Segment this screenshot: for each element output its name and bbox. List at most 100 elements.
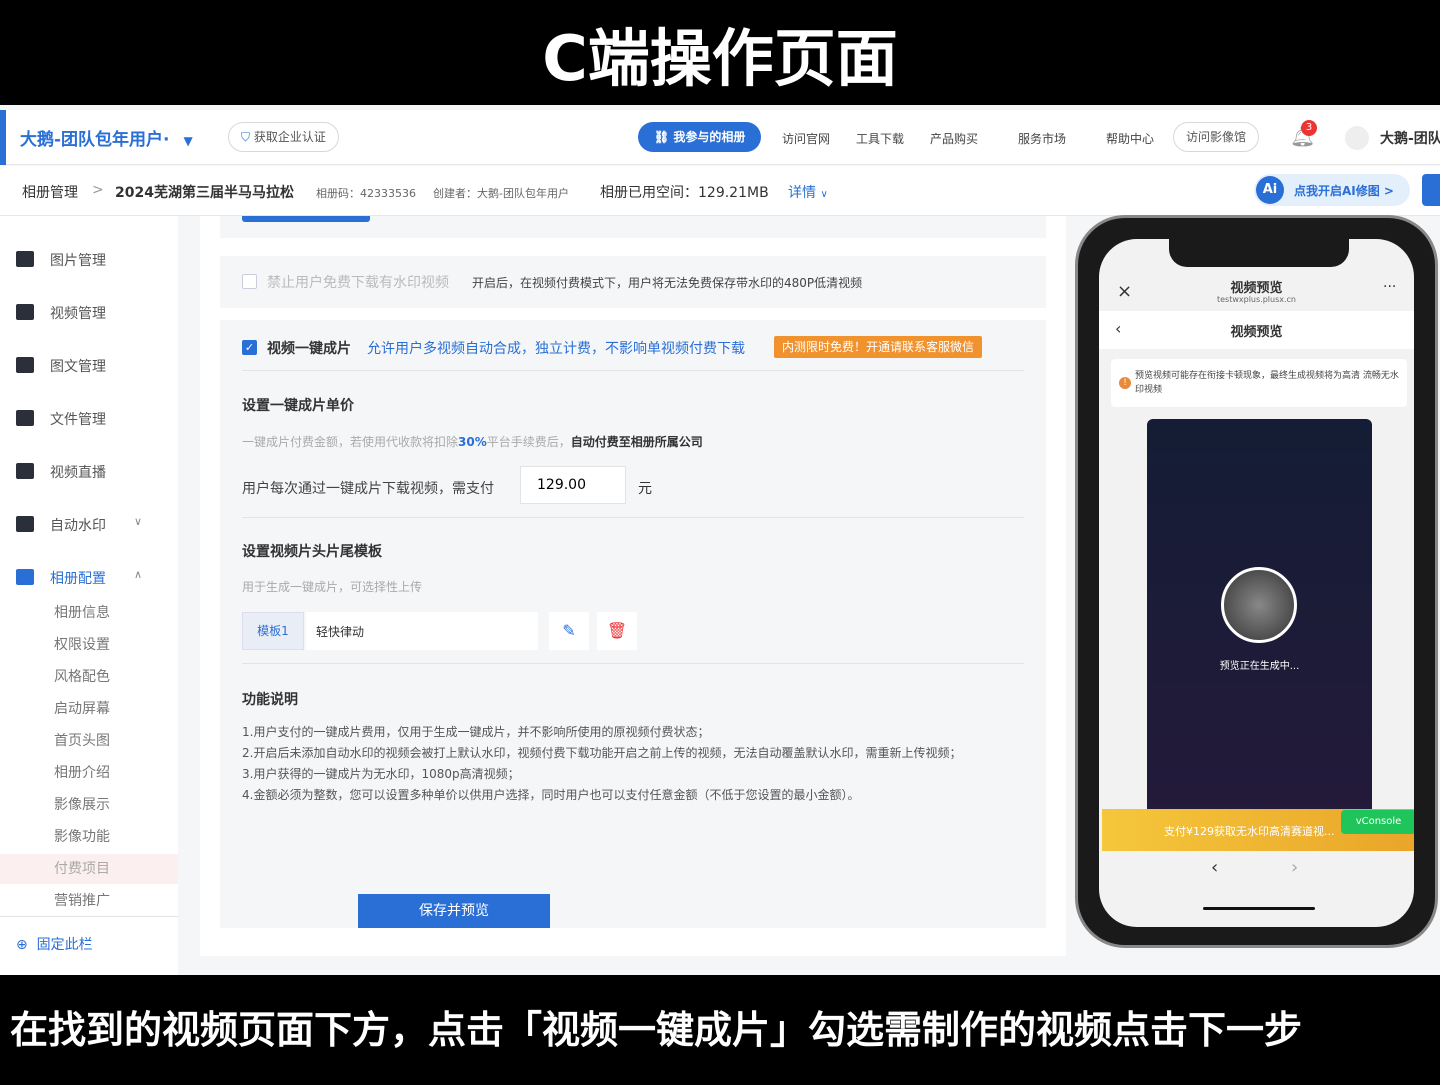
price-unit: 元 <box>638 481 652 497</box>
forbid-download-panel: 禁止用户免费下载有水印视频 开启后，在视频付费模式下，用户将无法免费保存带水印的… <box>220 256 1046 308</box>
oneclick-checkbox[interactable]: ✓ <box>242 340 257 355</box>
oneclick-desc: 允许用户多视频自动合成，独立计费，不影响单视频付费下载 <box>367 341 745 357</box>
sidebar-sub-theme[interactable]: 风格配色 <box>54 666 110 686</box>
sidebar-sub-album-info[interactable]: 相册信息 <box>54 602 110 622</box>
gallery-button[interactable]: 访问影像馆 <box>1173 122 1260 152</box>
save-preview-button[interactable]: 保存并预览 <box>358 894 550 928</box>
sidebar-item-images[interactable]: 图片管理 <box>0 239 178 279</box>
oneclick-label: 视频一键成片 <box>267 341 351 357</box>
prev-button-edge[interactable] <box>242 216 370 222</box>
sidebar-sub-features[interactable]: 影像功能 <box>54 826 110 846</box>
main-content: 禁止用户免费下载有水印视频 开启后，在视频付费模式下，用户将无法免费保存带水印的… <box>200 216 1066 956</box>
vconsole-button[interactable]: vConsole <box>1341 810 1414 834</box>
oneclick-panel: ✓ 视频一键成片 允许用户多视频自动合成，独立计费，不影响单视频付费下载 内测限… <box>220 320 1046 928</box>
nav-website[interactable]: 访问官网 <box>782 130 830 147</box>
breadcrumb-separator: > <box>92 182 104 198</box>
forbid-download-label: 禁止用户免费下载有水印视频 <box>267 275 449 291</box>
link-icon: ⛓ <box>654 130 670 144</box>
divider <box>242 663 1024 664</box>
desc-item: 4.金额必须为整数，您可以设置多种单价以供用户选择，同时用户也可以支付任意金额（… <box>242 788 860 802</box>
notice-text: 预览视频可能存在衔接卡顿现象，最终生成视频将为高清 流畅无水印视频 <box>1135 371 1399 395</box>
phone-screen: × 视频预览 testwxplus.plusx.cn ··· ‹ 视频预览 ! … <box>1099 239 1414 927</box>
nav-tools[interactable]: 工具下载 <box>856 130 904 147</box>
home-indicator <box>1203 907 1315 910</box>
back-icon[interactable]: ‹ <box>1211 857 1218 878</box>
caret-down-icon: ▼ <box>183 134 193 148</box>
video-preview: 预览正在生成中... <box>1147 419 1372 819</box>
forbid-download-checkbox[interactable] <box>242 274 257 289</box>
save-icon <box>16 569 34 585</box>
breadcrumb-root[interactable]: 相册管理 <box>22 182 78 202</box>
price-label: 用户每次通过一键成片下载视频，需支付 <box>242 481 494 497</box>
template-name-field[interactable]: 轻快律动 <box>306 612 538 650</box>
details-label: 详情 <box>788 185 816 201</box>
sidebar-sub-marketing[interactable]: 营销推广 <box>54 890 110 910</box>
aperture-icon <box>1221 567 1297 643</box>
action-button[interactable] <box>1422 174 1440 206</box>
sidebar-item-articles[interactable]: 图文管理 <box>0 345 178 385</box>
details-toggle[interactable]: 详情 ∨ <box>788 182 828 202</box>
edit-icon[interactable]: ✎ <box>549 612 589 650</box>
trash-icon[interactable]: 🗑︎ <box>597 612 637 650</box>
sidebar-sub-paid-items[interactable]: 付费项目 <box>54 858 110 878</box>
account-switcher[interactable]: 大鹅-团队包年用户· ▼ <box>20 125 193 150</box>
warning-icon: ! <box>1119 377 1131 389</box>
divider <box>242 370 1024 371</box>
sidebar-label: 视频直播 <box>50 465 106 481</box>
sidebar-label: 图片管理 <box>50 253 106 269</box>
avatar[interactable] <box>1345 126 1369 150</box>
sidebar-label: 视频管理 <box>50 306 106 322</box>
price-hint-text: 一键成片付费金额，若使用代收款将扣除 <box>242 435 459 449</box>
phone-mockup: × 视频预览 testwxplus.plusx.cn ··· ‹ 视频预览 ! … <box>1075 215 1438 948</box>
ai-retouch-button[interactable]: Ai 点我开启AI修图 > <box>1254 174 1410 206</box>
template-tag: 模板1 <box>242 612 304 650</box>
sidebar-sub-showcase[interactable]: 影像展示 <box>54 794 110 814</box>
album-code: 相册码：42333536 <box>316 187 416 200</box>
notification-badge: 3 <box>1301 120 1317 136</box>
sidebar-sub-intro[interactable]: 相册介绍 <box>54 762 110 782</box>
pin-label: 固定此栏 <box>36 937 93 953</box>
app-window: 大鹅-团队包年用户· ▼ ⛉ 获取企业认证 ⛓ 我参与的相册 访问官网 工具下载… <box>0 105 1440 975</box>
text-icon <box>16 357 34 373</box>
price-hint-text: 平台手续费后， <box>486 435 571 449</box>
template-section-title: 设置视频片头片尾模板 <box>242 544 382 560</box>
sidebar-sub-banner[interactable]: 首页头图 <box>54 730 110 750</box>
forward-icon[interactable]: › <box>1291 857 1298 878</box>
chevron-up-icon: ∧ <box>134 568 143 581</box>
cert-label: 获取企业认证 <box>253 130 326 144</box>
chevron-down-icon: ∨ <box>820 189 828 200</box>
folder-icon <box>16 410 34 426</box>
sidebar-sub-splash[interactable]: 启动屏幕 <box>54 698 110 718</box>
album-title: 2024芜湖第三届半马马拉松 <box>115 185 294 201</box>
play-icon <box>16 463 34 479</box>
sidebar-item-album-config[interactable]: 相册配置 ∧ <box>0 557 178 597</box>
sidebar-label: 相册配置 <box>50 571 106 587</box>
webview-title: 视频预览 <box>1230 281 1283 296</box>
sidebar-item-files[interactable]: 文件管理 <box>0 398 178 438</box>
play-icon <box>16 304 34 320</box>
nav-help[interactable]: 帮助中心 <box>1106 130 1154 147</box>
sidebar-item-watermark[interactable]: 自动水印 ∨ <box>0 504 178 544</box>
nav-purchase[interactable]: 产品购买 <box>930 130 978 147</box>
user-name[interactable]: 大鹅-团队 <box>1380 128 1440 148</box>
nav-market[interactable]: 服务市场 <box>1018 130 1066 147</box>
desc-item: 2.开启后未添加自动水印的视频会被打上默认水印，视频付费下载功能开启之前上传的视… <box>242 746 962 760</box>
sidebar-item-live[interactable]: 视频直播 <box>0 451 178 491</box>
ai-icon: Ai <box>1256 176 1284 204</box>
page-navbar: ‹ 视频预览 <box>1099 311 1414 349</box>
top-header: 大鹅-团队包年用户· ▼ ⛉ 获取企业认证 ⛓ 我参与的相册 访问官网 工具下载… <box>0 110 1440 165</box>
price-input[interactable] <box>520 466 626 504</box>
pay-text: 支付¥129获取无水印高清赛道视... <box>1164 825 1335 838</box>
loading-text: 预览正在生成中... <box>1219 661 1300 672</box>
enterprise-cert-button[interactable]: ⛉ 获取企业认证 <box>228 122 339 152</box>
pin-sidebar-button[interactable]: ⊕ 固定此栏 <box>16 934 93 954</box>
bottom-caption: 在找到的视频页面下方，点击「视频一键成片」勾选需制作的视频点击下一步 <box>0 975 1440 1080</box>
album-creator: 创建者：大鹅-团队包年用户 <box>433 187 569 200</box>
more-icon[interactable]: ··· <box>1383 279 1396 295</box>
watermark-icon <box>16 516 34 532</box>
notice-card: ! 预览视频可能存在衔接卡顿现象，最终生成视频将为高清 流畅无水印视频 <box>1111 359 1407 407</box>
my-albums-button[interactable]: ⛓ 我参与的相册 <box>638 122 762 152</box>
sidebar-item-videos[interactable]: 视频管理 <box>0 292 178 332</box>
sidebar-sub-permissions[interactable]: 权限设置 <box>54 634 110 654</box>
chevron-down-icon: ∨ <box>134 515 143 528</box>
